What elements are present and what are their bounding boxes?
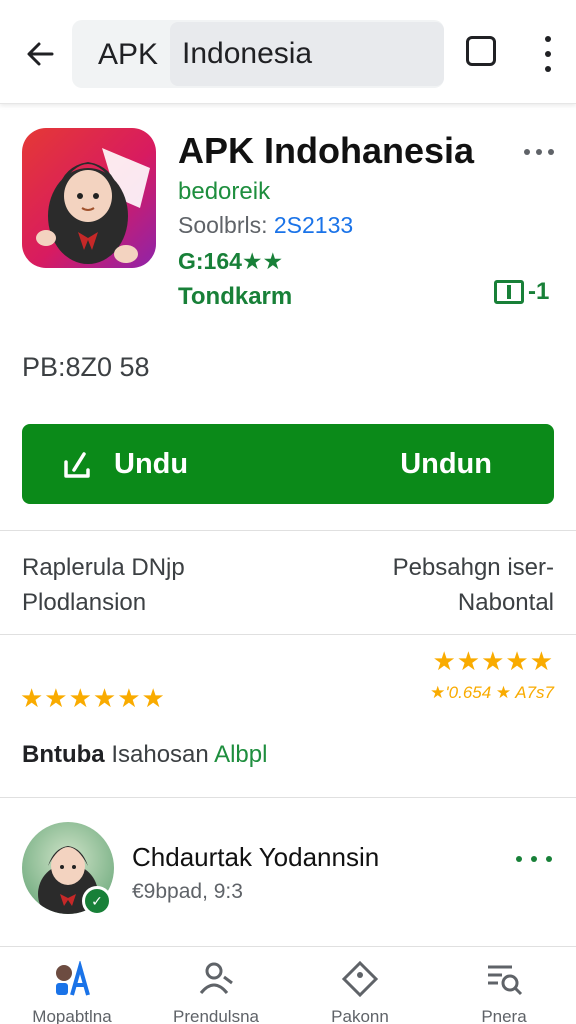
review-meta: €9bpad, 9:3: [132, 880, 243, 903]
list-search-icon: [488, 965, 523, 996]
star-rating-icon: ★★★★★: [432, 646, 554, 676]
nav-label: Mopabtlna: [32, 1007, 112, 1024]
developer-link[interactable]: bedoreik: [178, 178, 270, 206]
download-icon: [64, 452, 90, 478]
section-subtitle: Isahosan: [111, 741, 209, 768]
device-badge: -1: [494, 278, 549, 306]
size-label: Soolbrls:: [178, 212, 268, 238]
rating-count: ★'0.654 ★ A7s7: [430, 683, 554, 702]
nav-label: Prendulsna: [172, 1007, 259, 1024]
divider: [0, 797, 576, 798]
size-value: 2S2133: [273, 212, 354, 238]
version-text: PB:8Z0 58: [22, 352, 150, 382]
info-left-line1: Raplerula DNjp: [22, 554, 185, 581]
category-link[interactable]: Tondkarm: [178, 283, 292, 311]
reviewer-name: Chdaurtak Yodannsin: [132, 842, 380, 872]
back-arrow-icon[interactable]: [18, 32, 62, 76]
search-bar[interactable]: APK Indonesia: [72, 20, 444, 88]
overflow-menu-icon[interactable]: [536, 36, 560, 72]
nav-item-search[interactable]: Pnera: [432, 947, 576, 1024]
divider: [0, 530, 576, 531]
section-link[interactable]: Albpl: [214, 741, 267, 768]
info-right-line1: Pebsahgn iser-: [392, 554, 554, 581]
search-input[interactable]: Indonesia: [170, 22, 444, 86]
app-title: APK Indohanesia: [178, 130, 475, 171]
search-prefix-text: APK: [98, 38, 159, 71]
app-icon: [22, 128, 156, 268]
download-button[interactable]: Undu Undun: [22, 424, 554, 504]
top-app-bar: APK Indonesia: [0, 0, 576, 104]
size-info: Soolbrls: 2S2133: [178, 212, 353, 239]
info-left-line2: Plodlansion: [22, 589, 147, 616]
more-options-icon[interactable]: [524, 142, 554, 162]
more-options-icon[interactable]: [516, 854, 552, 864]
rating-summary: G:164★★: [178, 248, 284, 274]
section-title: Bntuba: [22, 741, 105, 768]
person-icon: [199, 962, 233, 994]
star-rating-icon: ★★★★★★: [20, 683, 166, 713]
download-label-right: Undun: [400, 448, 492, 480]
nav-label: Pakonn: [331, 1007, 389, 1024]
apps-icon: [56, 961, 90, 996]
nav-item-tags[interactable]: Pakonn: [288, 947, 432, 1024]
section-header: Bntuba Isahosan Albpl: [22, 741, 267, 769]
nav-item-home[interactable]: Mopabtlna: [0, 947, 144, 1024]
nav-label: Pnera: [481, 1007, 527, 1024]
tabs-square-icon[interactable]: [466, 36, 500, 70]
device-badge-text: -1: [528, 278, 550, 305]
divider: [0, 634, 576, 635]
device-icon: [494, 280, 524, 304]
bottom-navigation: Mopabtlna Prendulsna Pakonn Pnera: [0, 946, 576, 1024]
tag-diamond-icon: [341, 961, 379, 997]
nav-item-profile[interactable]: Prendulsna: [144, 947, 288, 1024]
info-right-line2: Nabontal: [457, 589, 554, 616]
verified-check-icon: ✓: [82, 886, 112, 916]
download-label-left: Undu: [114, 448, 189, 480]
